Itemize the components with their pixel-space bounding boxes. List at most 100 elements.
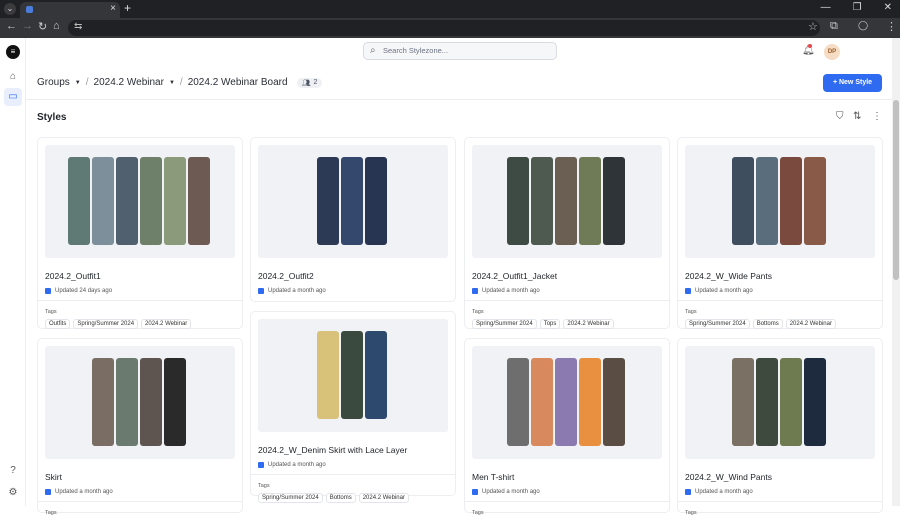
browser-menu-icon[interactable]: ⋮ [886, 20, 897, 33]
bookmark-star-icon[interactable]: ☆ [808, 20, 818, 33]
tag-chip[interactable]: Spring/Summer 2024 [258, 493, 323, 503]
top-nav: ⌕ Search Stylezone... 🔔︎ DP [26, 38, 892, 66]
card-divider [678, 501, 882, 502]
notification-dot [808, 44, 812, 48]
forward-icon[interactable]: → [22, 20, 33, 32]
style-thumbnail[interactable] [45, 145, 235, 258]
tag-chip[interactable]: 2024.2 Webinar [141, 319, 192, 329]
style-card[interactable]: 2024.2_W_Wide Pants Updated a month ago Ta… [677, 137, 883, 329]
members-badge[interactable]: 👥︎ 2 [296, 77, 323, 88]
garment-shape [140, 358, 162, 446]
tag-chip[interactable]: Tops [539, 319, 561, 329]
style-thumbnail[interactable] [472, 346, 662, 459]
restore-button[interactable]: ❐ [853, 2, 862, 13]
style-card[interactable]: 2024.2_Outfit2 Updated a month ago [250, 137, 456, 302]
folder-nav-icon[interactable]: ▭ [4, 88, 22, 106]
new-tab-icon[interactable]: + [124, 1, 131, 15]
style-title[interactable]: Men T-shirt [472, 472, 514, 482]
style-thumbnail[interactable] [685, 145, 875, 258]
tag-chip[interactable]: Spring/Summer 2024 [472, 319, 537, 329]
back-icon[interactable]: ← [6, 20, 17, 32]
tag-chip[interactable]: Bottoms [752, 319, 783, 329]
breadcrumb-groups[interactable]: Groups [37, 77, 70, 88]
site-settings-icon[interactable]: ⇆ [74, 21, 82, 32]
updated-info: Updated a month ago [685, 489, 753, 495]
more-options-icon[interactable]: ⋮ [872, 111, 882, 122]
garment-shape [317, 157, 339, 245]
garment-shape [603, 157, 625, 245]
tab-bar: ⌄ × + — ❐ ✕ [0, 0, 900, 18]
style-card[interactable]: Skirt Updated a month ago Tags [37, 338, 243, 516]
style-card[interactable]: 2024.2_W_Wind Pants Updated a month ago Ta… [677, 338, 883, 516]
garment-shape [756, 157, 778, 245]
address-bar[interactable]: ⇆ [68, 20, 820, 36]
updated-info: Updated a month ago [45, 489, 113, 495]
style-title[interactable]: 2024.2_W_Wide Pants [685, 271, 772, 281]
gear-icon[interactable]: ⚙ [4, 484, 22, 502]
home-nav-icon[interactable]: ⌂ [4, 68, 22, 86]
style-title[interactable]: 2024.2_Outfit1 [45, 271, 101, 281]
garment-shape [804, 157, 826, 245]
search-input[interactable]: ⌕ Search Stylezone... [363, 42, 557, 60]
style-card[interactable]: 2024.2_W_Denim Skirt with Lace Layer Upda… [250, 311, 456, 503]
garment-shape [732, 157, 754, 245]
tags-label: Tags [472, 510, 484, 516]
extensions-icon[interactable]: ⧉ [830, 20, 838, 33]
card-divider [38, 501, 242, 502]
garment-shape [164, 157, 186, 245]
help-icon[interactable]: ? [4, 462, 22, 480]
style-thumbnail[interactable] [472, 145, 662, 258]
tags-label: Tags [45, 510, 57, 516]
scrollbar-thumb[interactable] [893, 100, 899, 280]
reload-icon[interactable]: ↻ [38, 20, 47, 33]
style-card[interactable]: 2024.2_Outfit1 Updated 24 days ago Tags Out… [37, 137, 243, 329]
home-icon[interactable]: ⌂ [53, 20, 60, 32]
style-title[interactable]: 2024.2_W_Wind Pants [685, 472, 772, 482]
style-title[interactable]: 2024.2_W_Denim Skirt with Lace Layer [258, 445, 407, 455]
updated-info: Updated a month ago [472, 489, 540, 495]
style-thumbnail[interactable] [258, 145, 448, 258]
tag-chip[interactable]: 2024.2 Webinar [358, 493, 409, 503]
style-thumbnail[interactable] [45, 346, 235, 459]
style-thumbnail[interactable] [258, 319, 448, 432]
garment-shape [140, 157, 162, 245]
tag-chip[interactable]: Spring/Summer 2024 [73, 319, 139, 329]
tag-chip[interactable]: 2024.2 Webinar [785, 319, 836, 329]
chevron-down-icon[interactable]: ▼ [169, 80, 175, 86]
tag-chip[interactable]: Outfits [45, 319, 71, 329]
new-style-label: New Style [838, 79, 873, 86]
avatar[interactable]: DP [824, 44, 840, 60]
filter-icon[interactable]: ⛉ [836, 111, 844, 122]
garment-shape [531, 358, 553, 446]
style-type-icon [685, 288, 691, 294]
updated-info: Updated a month ago [258, 462, 326, 468]
close-window-button[interactable]: ✕ [884, 2, 892, 13]
card-divider [465, 501, 669, 502]
tag-chip[interactable]: Spring/Summer 2024 [685, 319, 750, 329]
style-card[interactable]: Men T-shirt Updated a month ago Tags [464, 338, 670, 516]
browser-tab[interactable]: × [20, 2, 120, 18]
style-title[interactable]: Skirt [45, 472, 62, 482]
tag-chip[interactable]: Bottoms [325, 493, 356, 503]
tab-search-icon[interactable]: ⌄ [4, 3, 16, 15]
chevron-down-icon[interactable]: ▼ [75, 80, 81, 86]
minimize-button[interactable]: — [821, 2, 831, 13]
tag-chip[interactable]: 2024.2 Webinar [563, 319, 614, 329]
style-title[interactable]: 2024.2_Outfit2 [258, 271, 314, 281]
updated-info: Updated a month ago [685, 288, 753, 294]
style-type-icon [685, 489, 691, 495]
new-style-button[interactable]: + New Style [823, 74, 882, 92]
close-tab-icon[interactable]: × [110, 3, 116, 14]
style-title[interactable]: 2024.2_Outfit1_Jacket [472, 271, 557, 281]
style-thumbnail[interactable] [685, 346, 875, 459]
updated-text: Updated a month ago [268, 462, 326, 468]
app-sidebar: ≡ ⌂ ▭ ? ⚙ [0, 38, 26, 506]
sort-icon[interactable]: ⇅ [853, 111, 861, 122]
style-card[interactable]: 2024.2_Outfit1_Jacket Updated a month ago… [464, 137, 670, 329]
tags-label: Tags [685, 309, 697, 315]
profile-icon[interactable]: ◯ [858, 20, 868, 31]
breadcrumb-webinar[interactable]: 2024.2 Webinar [94, 77, 164, 88]
app-logo[interactable]: ≡ [6, 45, 20, 59]
garment-shape [116, 157, 138, 245]
updated-text: Updated a month ago [55, 489, 113, 495]
